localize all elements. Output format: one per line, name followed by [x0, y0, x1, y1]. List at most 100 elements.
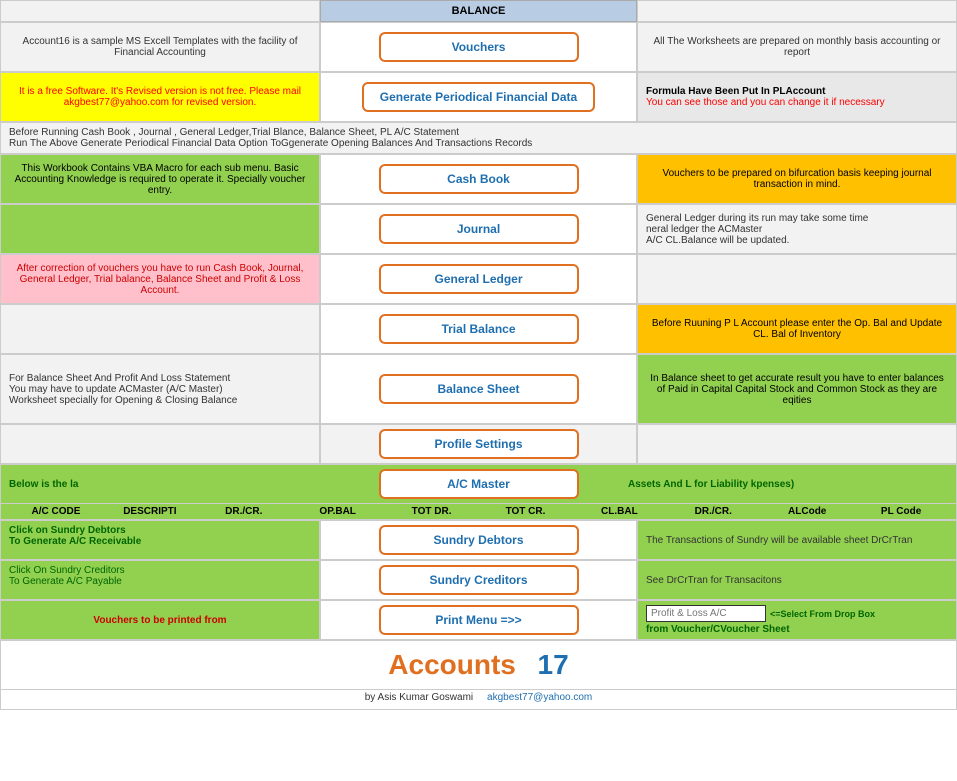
cashbook-button-container: Cash Book	[320, 154, 637, 204]
journal-button-container: Journal	[320, 204, 637, 254]
pl-input-row: <=Select From Drop Box	[646, 605, 948, 622]
generate-button[interactable]: Generate Periodical Financial Data	[362, 82, 595, 112]
balance-sheet-left-line2: You may have to update ACMaster (A/C Mas…	[9, 384, 311, 395]
vouchers-row: Account16 is a sample MS Excell Template…	[0, 22, 957, 72]
vouchers-left-text: Account16 is a sample MS Excell Template…	[0, 22, 320, 72]
balance-sheet-right: In Balance sheet to get accurate result …	[637, 354, 957, 424]
profile-button-container: Profile Settings	[320, 424, 637, 464]
balance-sheet-button-container: Balance Sheet	[320, 354, 637, 424]
sd-left-line1: Click on Sundry Debtors	[9, 525, 311, 536]
general-ledger-button-container: General Ledger	[320, 254, 637, 304]
footer-title: Accounts 17	[0, 640, 957, 690]
journal-right-line1: General Ledger during its run may take s…	[646, 213, 948, 224]
acmaster-cols: A/C CODE DESCRIPTI DR./CR. OP.BAL TOT DR…	[0, 504, 957, 520]
trial-balance-right: Before Ruuning P L Account please enter …	[637, 304, 957, 354]
sundry-debtors-right: The Transactions of Sundry will be avail…	[637, 520, 957, 560]
sundry-debtors-row: Click on Sundry Debtors To Generate A/C …	[0, 520, 957, 560]
acmaster-col6: TOT CR.	[479, 506, 573, 517]
acmaster-col5: TOT DR.	[385, 506, 479, 517]
journal-row: Journal General Ledger during its run ma…	[0, 204, 957, 254]
trial-balance-row: Trial Balance Before Ruuning P L Account…	[0, 304, 957, 354]
print-button-container: Print Menu =>>	[320, 600, 637, 640]
accounts-space	[519, 649, 535, 680]
journal-right-text: General Ledger during its run may take s…	[637, 204, 957, 254]
general-ledger-row: After correction of vouchers you have to…	[0, 254, 957, 304]
balance-sheet-row: For Balance Sheet And Profit And Loss St…	[0, 354, 957, 424]
acmaster-button[interactable]: A/C Master	[379, 469, 579, 499]
balance-sheet-left-line3: Worksheet specially for Opening & Closin…	[9, 395, 311, 406]
profile-row: Profile Settings	[0, 424, 957, 464]
sundry-creditors-button[interactable]: Sundry Creditors	[379, 565, 579, 595]
trial-balance-button[interactable]: Trial Balance	[379, 314, 579, 344]
acmaster-col2: DESCRIPTI	[103, 506, 197, 517]
balance-sheet-left: For Balance Sheet And Profit And Loss St…	[0, 354, 320, 424]
balance-sheet-left-line1: For Balance Sheet And Profit And Loss St…	[9, 373, 311, 384]
cashbook-right-text: Vouchers to be prepared on bifurcation b…	[637, 154, 957, 204]
accounts-num: 17	[538, 649, 569, 680]
journal-right-line3: A/C CL.Balance will be updated.	[646, 235, 948, 246]
acmaster-header-right: Assets And L for Liability kpenses)	[628, 479, 948, 490]
acmaster-header-left: Below is the la	[9, 479, 329, 490]
profile-button[interactable]: Profile Settings	[379, 429, 579, 459]
footer-email[interactable]: akgbest77@yahoo.com	[487, 692, 592, 703]
footer-sub: by Asis Kumar Goswami akgbest77@yahoo.co…	[0, 690, 957, 710]
trial-balance-button-container: Trial Balance	[320, 304, 637, 354]
balance-header: BALANCE	[320, 0, 637, 22]
cashbook-left-text: This Workbook Contains VBA Macro for eac…	[0, 154, 320, 204]
general-ledger-right	[637, 254, 957, 304]
pl-input[interactable]	[646, 605, 766, 622]
sundry-creditors-right: See DrCrTran for Transacitons	[637, 560, 957, 600]
cashbook-row: This Workbook Contains VBA Macro for eac…	[0, 154, 957, 204]
footer-sub-author: by Asis Kumar Goswami	[365, 692, 473, 703]
acmaster-col9: ALCode	[760, 506, 854, 517]
header-row: BALANCE	[0, 0, 957, 22]
generate-right-line1: Formula Have Been Put In PLAccount	[646, 86, 948, 97]
acmaster-col4: OP.BAL	[291, 506, 385, 517]
sundry-debtors-left: Click on Sundry Debtors To Generate A/C …	[0, 520, 320, 560]
sundry-creditors-button-container: Sundry Creditors	[320, 560, 637, 600]
acmaster-col7: CL.BAL	[572, 506, 666, 517]
journal-left	[0, 204, 320, 254]
vouchers-right-text: All The Worksheets are prepared on month…	[637, 22, 957, 72]
print-right: <=Select From Drop Box from Voucher/CVou…	[637, 600, 957, 640]
generate-left-text: It is a free Software. It's Revised vers…	[0, 72, 320, 122]
main-container: BALANCE Account16 is a sample MS Excell …	[0, 0, 957, 710]
sd-left-line2: To Generate A/C Receivable	[9, 536, 311, 547]
sundry-creditors-left: Click On Sundry Creditors To Generate A/…	[0, 560, 320, 600]
sundry-debtors-button[interactable]: Sundry Debtors	[379, 525, 579, 555]
generate-row: It is a free Software. It's Revised vers…	[0, 72, 957, 122]
journal-right-line2: neral ledger the ACMaster	[646, 224, 948, 235]
print-row: Vouchers to be printed from Print Menu =…	[0, 600, 957, 640]
acmaster-button-container: A/C Master	[329, 469, 628, 499]
sc-left-line1: Click On Sundry Creditors	[9, 565, 311, 576]
notice-row: Before Running Cash Book , Journal , Gen…	[0, 122, 957, 154]
generate-right-text: Formula Have Been Put In PLAccount You c…	[637, 72, 957, 122]
print-left-text: Vouchers to be printed from	[0, 600, 320, 640]
acmaster-header: Below is the la A/C Master Assets And L …	[0, 464, 957, 504]
sundry-debtors-button-container: Sundry Debtors	[320, 520, 637, 560]
sundry-creditors-row: Click On Sundry Creditors To Generate A/…	[0, 560, 957, 600]
generate-right-line2: You can see those and you can change it …	[646, 97, 948, 108]
general-ledger-left: After correction of vouchers you have to…	[0, 254, 320, 304]
notice-line2: Run The Above Generate Periodical Financ…	[9, 138, 948, 149]
vouchers-button[interactable]: Vouchers	[379, 32, 579, 62]
profile-right	[637, 424, 957, 464]
sc-left-line2: To Generate A/C Payable	[9, 576, 311, 587]
journal-button[interactable]: Journal	[379, 214, 579, 244]
acmaster-col1: A/C CODE	[9, 506, 103, 517]
accounts-text: Accounts	[388, 649, 516, 680]
cashbook-button[interactable]: Cash Book	[379, 164, 579, 194]
print-button[interactable]: Print Menu =>>	[379, 605, 579, 635]
notice-line1: Before Running Cash Book , Journal , Gen…	[9, 127, 948, 138]
general-ledger-button[interactable]: General Ledger	[379, 264, 579, 294]
profile-left	[0, 424, 320, 464]
acmaster-col8: DR./CR.	[666, 506, 760, 517]
vouchers-button-container: Vouchers	[320, 22, 637, 72]
balance-sheet-button[interactable]: Balance Sheet	[379, 374, 579, 404]
trial-balance-left	[0, 304, 320, 354]
print-right-bottom: from Voucher/CVoucher Sheet	[646, 624, 948, 635]
pl-dropdown-label: <=Select From Drop Box	[770, 609, 875, 619]
acmaster-col10: PL Code	[854, 506, 948, 517]
acmaster-col3: DR./CR.	[197, 506, 291, 517]
generate-button-container: Generate Periodical Financial Data	[320, 72, 637, 122]
